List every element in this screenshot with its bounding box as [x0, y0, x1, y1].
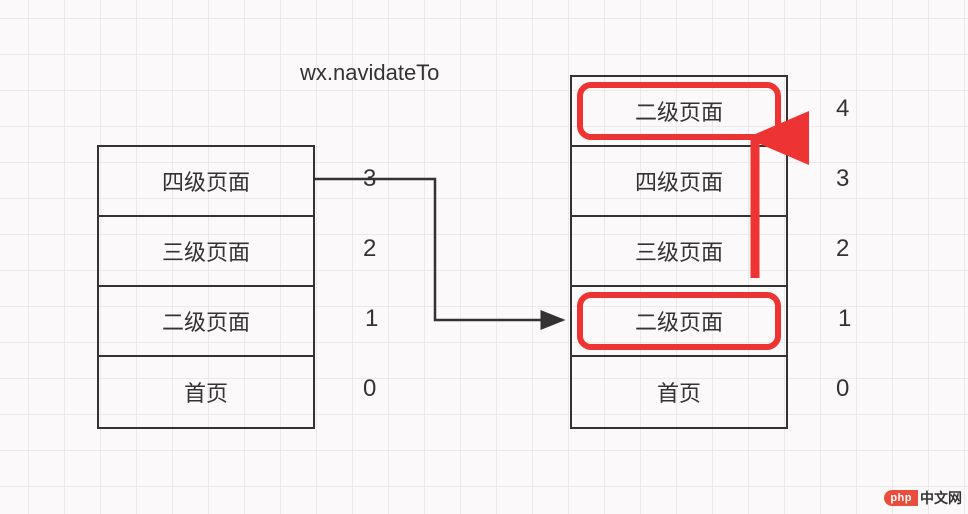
stack-cell: 首页 — [572, 357, 786, 427]
watermark: php 中文网 — [884, 488, 962, 508]
watermark-badge: php — [884, 490, 918, 506]
cell-label: 四级页面 — [162, 165, 250, 197]
index-label: 1 — [838, 305, 851, 333]
cell-label: 二级页面 — [635, 95, 723, 127]
cell-label: 首页 — [657, 376, 701, 408]
cell-label: 二级页面 — [162, 305, 250, 337]
index-label: 4 — [836, 95, 849, 123]
cell-label: 三级页面 — [635, 235, 723, 267]
cell-label: 三级页面 — [162, 235, 250, 267]
navigate-arrow — [315, 175, 575, 335]
stack-cell: 二级页面 — [572, 287, 786, 357]
push-arrow — [735, 128, 775, 288]
cell-label: 二级页面 — [635, 305, 723, 337]
stack-cell: 四级页面 — [99, 147, 313, 217]
index-label: 0 — [836, 375, 849, 403]
stack-cell: 二级页面 — [99, 287, 313, 357]
index-label: 0 — [363, 375, 376, 403]
cell-label: 四级页面 — [635, 165, 723, 197]
diagram-title: wx.navidateTo — [300, 60, 439, 86]
watermark-text: 中文网 — [920, 488, 962, 508]
stack-cell: 三级页面 — [99, 217, 313, 287]
stack-cell: 首页 — [99, 357, 313, 427]
index-label: 2 — [836, 235, 849, 263]
cell-label: 首页 — [184, 376, 228, 408]
left-stack: 四级页面 三级页面 二级页面 首页 — [97, 145, 315, 429]
index-label: 3 — [836, 165, 849, 193]
